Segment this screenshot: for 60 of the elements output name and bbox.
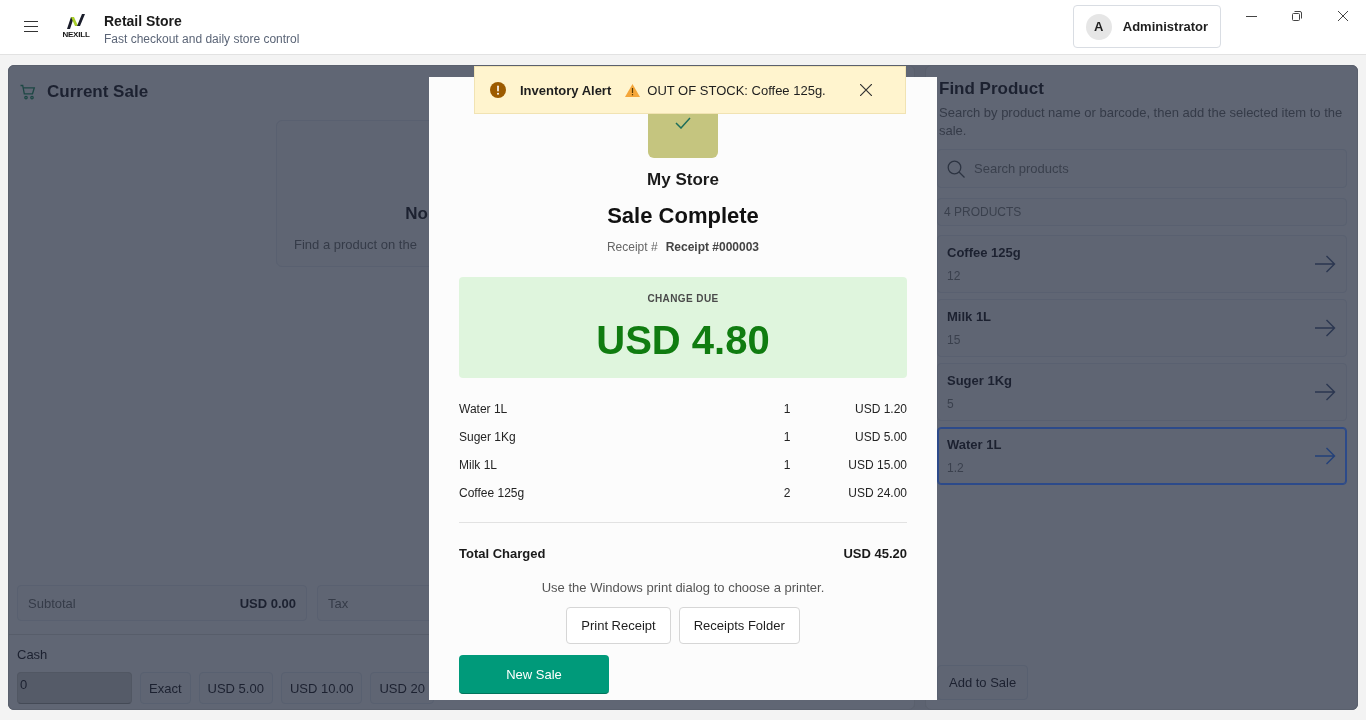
alert-message: OUT OF STOCK: Coffee 125g. — [647, 82, 826, 98]
item-quantity: 1 — [783, 458, 791, 472]
restore-icon — [1292, 11, 1302, 21]
store-name: My Store — [647, 169, 719, 191]
change-due-amount: USD 4.80 — [596, 317, 770, 363]
quick-amount-button[interactable]: USD 10.00 — [280, 672, 363, 704]
quick-amount-button[interactable]: USD 20 — [370, 672, 434, 704]
alert-title: Inventory Alert — [520, 82, 612, 98]
dialog-title: Sale Complete — [607, 202, 759, 230]
product-name: Suger 1Kg — [947, 372, 1012, 389]
summary-value: USD 0.00 — [239, 595, 296, 611]
exclamation-icon — [490, 82, 506, 98]
empty-state-title: No — [405, 203, 428, 225]
total-label: Total Charged — [459, 545, 546, 563]
print-receipt-button[interactable]: Print Receipt — [566, 607, 671, 644]
quick-amount-button[interactable]: Exact — [140, 672, 191, 704]
receipts-folder-button[interactable]: Receipts Folder — [678, 607, 800, 644]
close-icon — [1338, 11, 1348, 21]
item-name: Milk 1L — [459, 458, 497, 472]
avatar: A — [1085, 13, 1112, 40]
arrow-icon — [1315, 255, 1336, 273]
panel-title: Find Product — [938, 78, 1045, 100]
new-sale-button[interactable]: New Sale — [459, 655, 609, 694]
arrow-icon — [1315, 447, 1336, 465]
menu-icon — [24, 20, 38, 32]
print-note: Use the Windows print dialog to choose a printer. — [541, 579, 825, 597]
item-name: Suger 1Kg — [459, 430, 516, 444]
item-price: USD 24.00 — [848, 486, 907, 500]
app-subtitle: Fast checkout and daily store control — [104, 30, 300, 47]
item-price: USD 5.00 — [854, 430, 907, 444]
change-due-label: CHANGE DUE — [647, 292, 719, 306]
item-price: USD 1.20 — [854, 402, 907, 416]
item-price: USD 15.00 — [848, 458, 907, 472]
panel-title: Current Sale — [47, 81, 149, 103]
item-quantity: 1 — [783, 430, 791, 444]
logo-icon — [66, 13, 86, 29]
cash-input[interactable]: 0 — [17, 672, 132, 704]
cash-label: Cash — [17, 647, 48, 663]
arrow-icon — [1315, 319, 1336, 337]
logo-text: NEXILL — [62, 29, 90, 39]
search-icon — [947, 160, 965, 178]
receipt-number: Receipt #000003 — [665, 239, 760, 255]
item-quantity: 2 — [783, 486, 791, 500]
minimize-icon — [1245, 15, 1257, 17]
app-title: Retail Store — [104, 11, 182, 30]
item-name: Coffee 125g — [459, 486, 525, 500]
close-icon — [860, 84, 872, 96]
total-value: USD 45.20 — [843, 545, 907, 563]
receipt-label: Receipt # — [606, 239, 658, 255]
user-button[interactable]: A Administrator — [1072, 5, 1221, 48]
quick-amount-button[interactable]: USD 5.00 — [198, 672, 273, 704]
item-quantity: 1 — [783, 402, 791, 416]
arrow-icon — [1315, 383, 1336, 401]
item-name: Water 1L — [459, 402, 508, 416]
add-to-sale-button[interactable]: Add to Sale — [937, 665, 1029, 700]
warning-icon — [625, 83, 641, 97]
product-name: Milk 1L — [947, 308, 992, 325]
cart-icon — [20, 84, 36, 100]
product-name: Water 1L — [947, 436, 1002, 453]
product-name: Coffee 125g — [947, 244, 1021, 261]
